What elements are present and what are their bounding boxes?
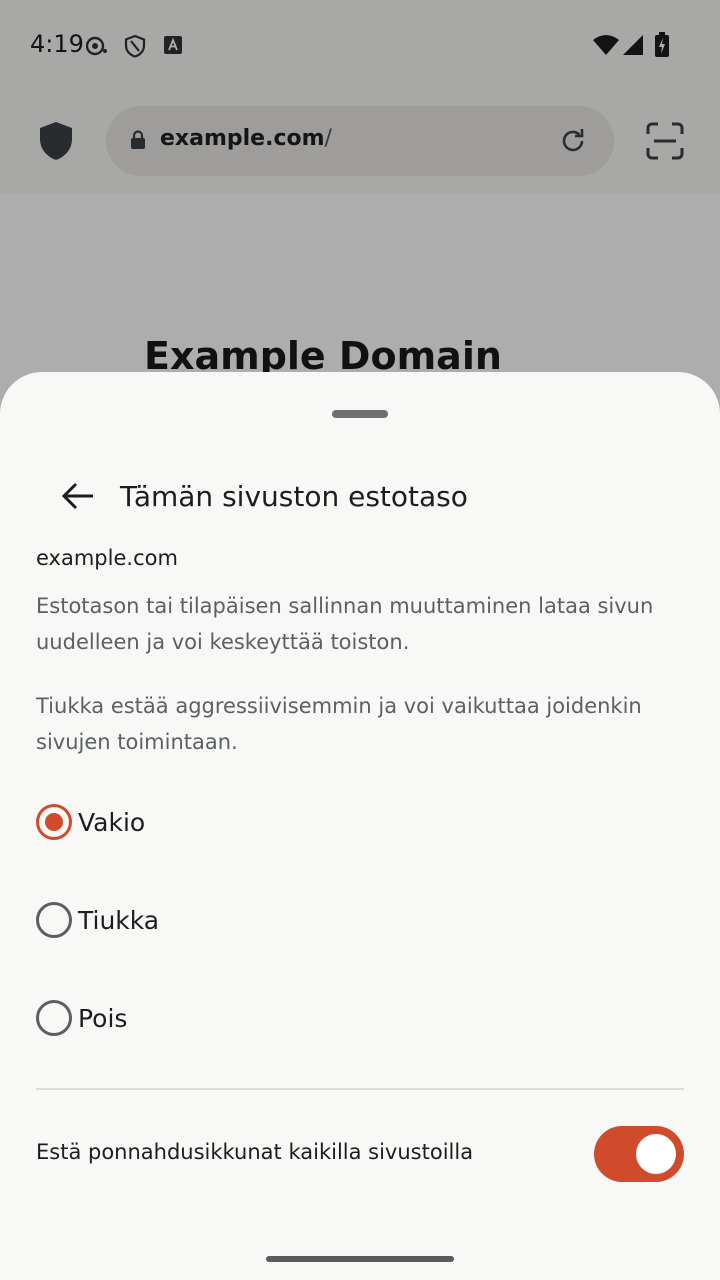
radio-button-checked[interactable] <box>36 804 72 840</box>
sheet-title: Tämän sivuston estotaso <box>120 480 468 513</box>
popup-block-toggle[interactable] <box>594 1126 684 1182</box>
description-strict: Tiukka estää aggressiivisemmin ja voi va… <box>36 694 642 754</box>
option-label: Pois <box>78 1003 128 1033</box>
option-label: Tiukka <box>78 905 160 935</box>
screen: 4:19 example.com/ Example Domain Tämän s… <box>0 0 720 1280</box>
option-tiukka[interactable]: Tiukka <box>36 888 684 952</box>
site-host: example.com <box>36 546 178 570</box>
toggle-knob <box>636 1134 676 1174</box>
radio-button[interactable] <box>36 902 72 938</box>
back-button[interactable] <box>52 472 104 524</box>
popup-block-label: Estä ponnahdusikkunat kaikilla sivustoil… <box>36 1140 474 1164</box>
drag-handle[interactable] <box>332 410 388 418</box>
option-vakio[interactable]: Vakio <box>36 790 684 854</box>
blocking-level-sheet: Tämän sivuston estotaso example.com Esto… <box>0 372 720 1280</box>
divider <box>36 1088 684 1090</box>
option-pois[interactable]: Pois <box>36 986 684 1050</box>
option-label: Vakio <box>78 807 146 837</box>
description-reload: Estotason tai tilapäisen sallinnan muutt… <box>36 594 654 654</box>
gesture-bar <box>266 1256 454 1262</box>
radio-button[interactable] <box>36 1000 72 1036</box>
arrow-back-icon <box>61 481 95 516</box>
